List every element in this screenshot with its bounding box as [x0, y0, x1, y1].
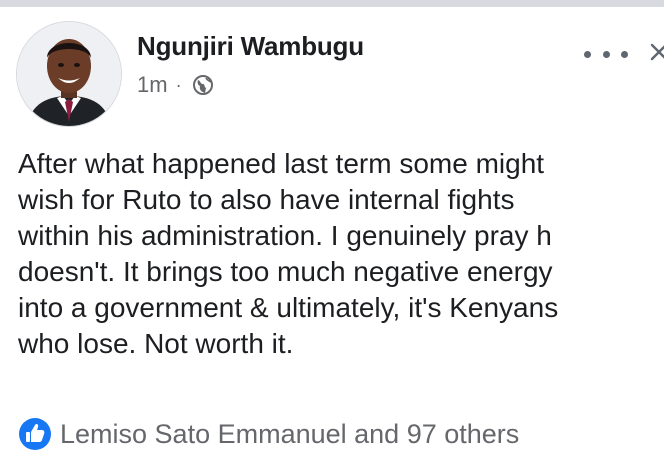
post-text-line: into a government & ultimately, it's Ken… — [18, 292, 559, 323]
post-text-line: doesn't. It brings too much negative ene… — [18, 256, 553, 287]
top-divider — [0, 0, 664, 7]
post-text-line: After what happened last term some might — [18, 148, 545, 179]
post-body: After what happened last term some might… — [18, 146, 664, 362]
post-meta: 1m · — [137, 72, 214, 98]
meta-separator: · — [175, 74, 182, 95]
post-text-line: within his administration. I genuinely p… — [18, 220, 552, 251]
close-icon[interactable] — [648, 41, 664, 67]
like-icon — [18, 417, 52, 451]
more-options-icon[interactable] — [584, 44, 628, 64]
author-name[interactable]: Ngunjiri Wambugu — [137, 31, 364, 62]
post-text-line: who lose. Not worth it. — [18, 328, 294, 359]
reactions-summary[interactable]: Lemiso Sato Emmanuel and 97 others — [18, 414, 519, 454]
post-timestamp[interactable]: 1m — [137, 72, 168, 98]
post-text-line: wish for Ruto to also have internal figh… — [18, 184, 515, 215]
author-avatar[interactable] — [17, 22, 121, 126]
globe-icon[interactable] — [192, 74, 214, 96]
reactions-text[interactable]: Lemiso Sato Emmanuel and 97 others — [60, 419, 519, 450]
